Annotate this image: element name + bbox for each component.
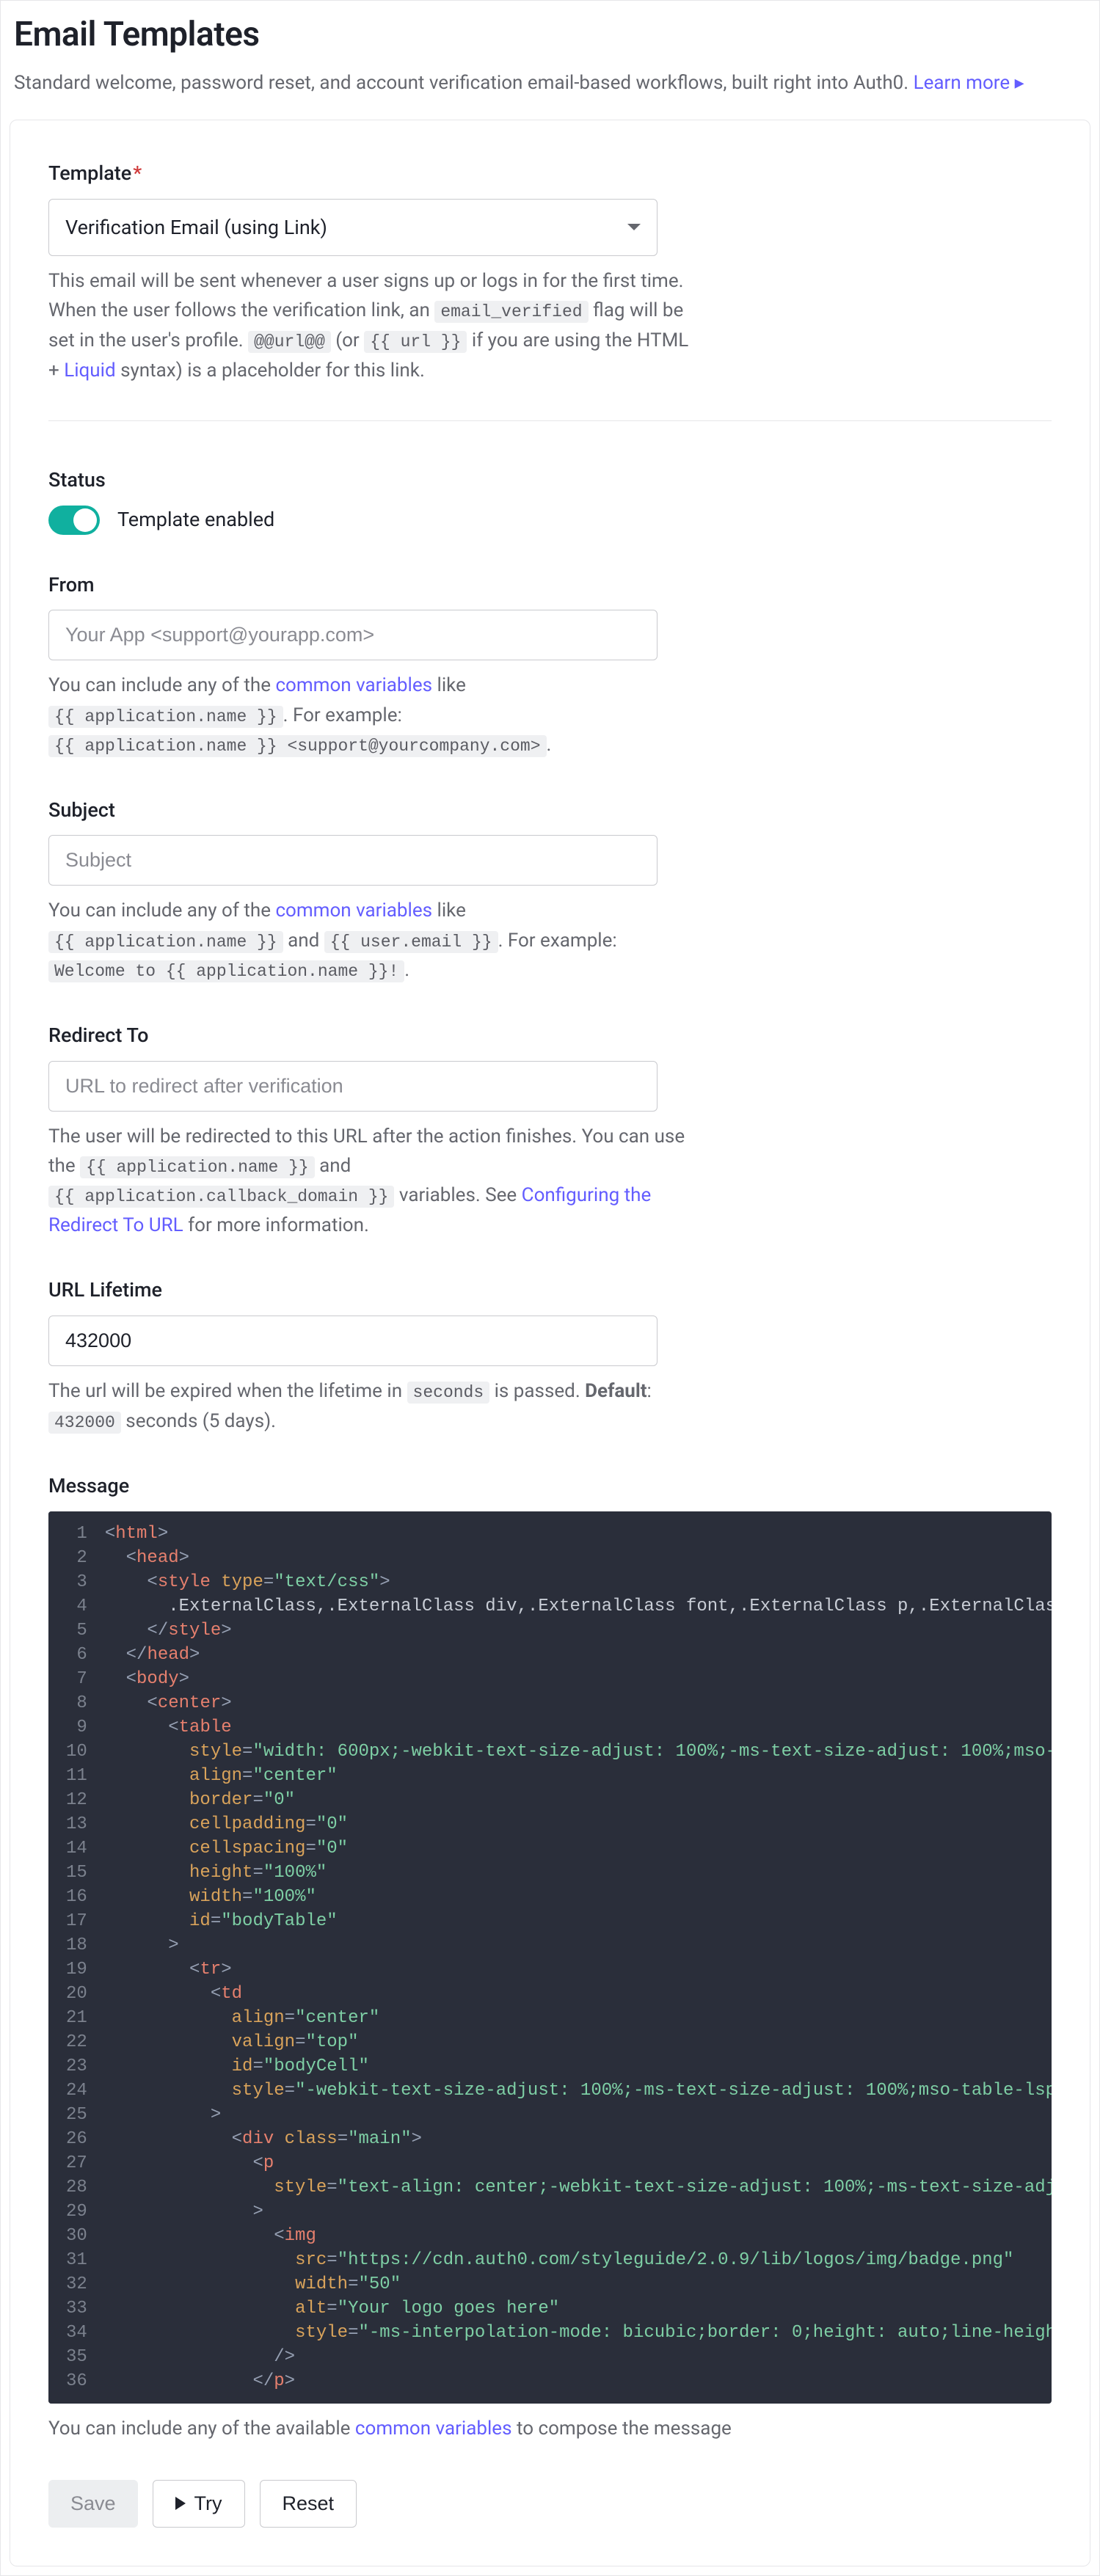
reset-button[interactable]: Reset	[260, 2480, 357, 2528]
subject-label: Subject	[48, 795, 1052, 825]
message-editor[interactable]: 1234567891011121314151617181920212223242…	[48, 1511, 1052, 2404]
chevron-down-icon	[627, 224, 641, 230]
template-select[interactable]: Verification Email (using Link)	[48, 199, 658, 257]
from-label: From	[48, 570, 1052, 600]
editor-code[interactable]: <html> <head> <style type="text/css"> .E…	[98, 1511, 1052, 2404]
status-text: Template enabled	[117, 505, 274, 535]
common-variables-link[interactable]: common variables	[275, 674, 432, 696]
editor-gutter: 1234567891011121314151617181920212223242…	[48, 1511, 98, 2404]
from-input[interactable]	[48, 610, 658, 660]
template-label: Template*	[48, 158, 1052, 189]
template-select-value: Verification Email (using Link)	[65, 213, 327, 243]
play-icon	[175, 2497, 186, 2510]
message-help: You can include any of the available com…	[48, 2414, 1052, 2443]
subject-help: You can include any of the common variab…	[48, 896, 694, 985]
template-help: This email will be sent whenever a user …	[48, 266, 694, 385]
redirect-input[interactable]	[48, 1061, 658, 1112]
arrow-icon: ▸	[1015, 72, 1024, 94]
redirect-label: Redirect To	[48, 1021, 1052, 1051]
try-button[interactable]: Try	[153, 2480, 245, 2528]
form-card: Template* Verification Email (using Link…	[10, 120, 1090, 2566]
from-help: You can include any of the common variab…	[48, 671, 694, 760]
redirect-help: The user will be redirected to this URL …	[48, 1122, 694, 1241]
status-label: Status	[48, 465, 1052, 495]
common-variables-link-3[interactable]: common variables	[355, 2418, 512, 2440]
status-toggle[interactable]	[48, 506, 100, 535]
lifetime-input[interactable]	[48, 1316, 658, 1366]
page-title: Email Templates	[14, 10, 1086, 60]
lifetime-help: The url will be expired when the lifetim…	[48, 1376, 694, 1436]
subject-input[interactable]	[48, 835, 658, 886]
page-subtitle: Standard welcome, password reset, and ac…	[14, 69, 1086, 98]
divider	[48, 420, 1052, 421]
message-label: Message	[48, 1471, 1052, 1501]
learn-more-link[interactable]: Learn more ▸	[914, 72, 1024, 94]
liquid-link[interactable]: Liquid	[64, 360, 115, 382]
lifetime-label: URL Lifetime	[48, 1275, 1052, 1305]
common-variables-link-2[interactable]: common variables	[275, 900, 432, 922]
save-button[interactable]: Save	[48, 2480, 138, 2528]
